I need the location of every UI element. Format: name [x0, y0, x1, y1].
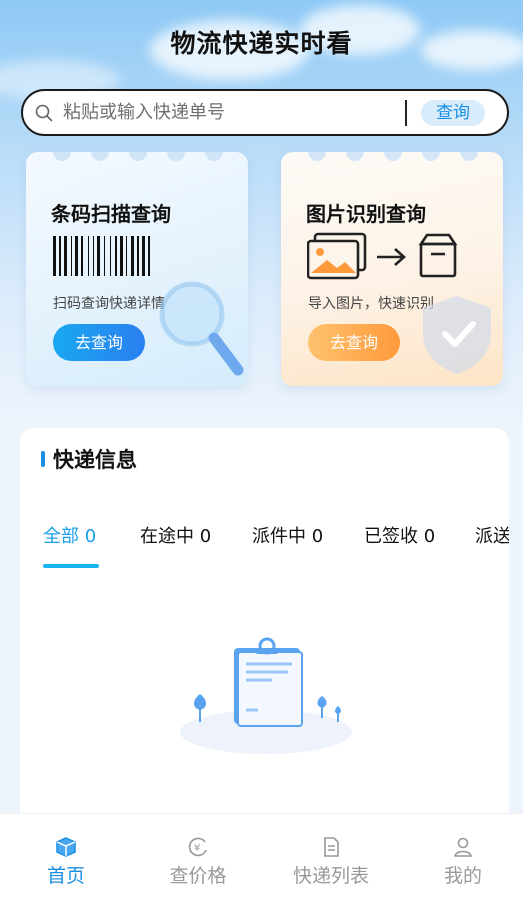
tab-in-transit[interactable]: 在途中 0 — [140, 522, 211, 548]
barcode-stripe — [120, 236, 123, 276]
barcode-stripe — [75, 236, 78, 276]
barcode-stripe — [59, 236, 61, 276]
image-card-title: 图片识别查询 — [306, 202, 426, 226]
barcode-stripe — [68, 236, 70, 276]
barcode-icon — [53, 236, 193, 276]
barcode-stripe — [90, 236, 92, 276]
barcode-stripe — [124, 236, 125, 276]
search-bar[interactable]: 查询 — [21, 89, 509, 136]
barcode-stripe — [57, 236, 58, 276]
barcode-stripe — [62, 236, 63, 276]
barcode-stripe — [73, 236, 74, 276]
nav-home[interactable]: 首页 — [16, 836, 116, 888]
barcode-stripe — [95, 236, 96, 276]
nav-price-label: 查价格 — [169, 865, 227, 887]
bottom-nav: 首页 ¥ 查价格 快递列表 我的 — [0, 813, 523, 899]
status-tabs: 全部 0 在途中 0 派件中 0 已签收 0 派送 — [43, 522, 509, 570]
search-input[interactable] — [63, 102, 403, 123]
barcode-stripe — [101, 236, 103, 276]
barcode-stripe — [128, 236, 130, 276]
barcode-stripe — [88, 236, 89, 276]
barcode-query-button[interactable]: 去查询 — [53, 324, 145, 361]
active-tab-indicator — [43, 564, 99, 568]
nav-mine-label: 我的 — [443, 865, 482, 887]
barcode-stripe — [148, 236, 150, 276]
barcode-stripe — [110, 236, 111, 276]
barcode-stripe — [81, 236, 83, 276]
barcode-stripe — [142, 236, 145, 276]
barcode-stripe — [126, 236, 127, 276]
magnifier-decoration-icon — [159, 281, 244, 376]
barcode-stripe — [84, 236, 87, 276]
barcode-stripe — [71, 236, 72, 276]
barcode-stripe — [79, 236, 80, 276]
nav-express-list-label: 快递列表 — [292, 865, 369, 887]
price-icon: ¥ — [148, 836, 248, 858]
info-header: 快递信息 — [41, 444, 137, 474]
page-title: 物流快递实时看 — [170, 29, 353, 58]
user-icon — [413, 836, 513, 858]
nav-mine[interactable]: 我的 — [413, 836, 513, 888]
barcode-stripe — [104, 236, 105, 276]
package-icon — [16, 836, 116, 858]
title-marker — [41, 451, 45, 467]
barcode-stripe — [140, 236, 141, 276]
barcode-stripe — [146, 236, 147, 276]
barcode-scan-card[interactable]: 条码扫描查询 扫码查询快递详情 去查询 — [26, 152, 248, 386]
express-info-panel: 快递信息 全部 0 在途中 0 派件中 0 已签收 0 派送 — [20, 428, 509, 828]
barcode-stripe — [64, 236, 67, 276]
nav-price[interactable]: ¥ 查价格 — [148, 836, 248, 888]
barcode-card-subtitle: 扫码查询快递详情 — [53, 296, 165, 312]
image-query-button[interactable]: 去查询 — [308, 324, 400, 361]
barcode-stripe — [112, 236, 114, 276]
barcode-stripe — [135, 236, 136, 276]
tab-all[interactable]: 全部 0 — [43, 522, 96, 548]
tab-delivering[interactable]: 派件中 0 — [252, 522, 323, 548]
shield-check-decoration-icon — [423, 296, 491, 374]
info-title: 快递信息 — [53, 448, 137, 472]
barcode-stripe — [131, 236, 134, 276]
image-recognition-card[interactable]: 图片识别查询 导入图片，快速识别 去查询 — [281, 152, 503, 386]
barcode-stripe — [97, 236, 100, 276]
barcode-stripe — [137, 236, 139, 276]
search-icon — [34, 103, 54, 123]
cursor-divider — [405, 99, 407, 126]
svg-text:¥: ¥ — [194, 843, 200, 854]
list-icon — [281, 836, 381, 858]
tab-signed[interactable]: 已签收 0 — [364, 522, 435, 548]
barcode-stripe — [93, 236, 94, 276]
image-to-box-icon — [307, 232, 458, 280]
search-button[interactable]: 查询 — [421, 99, 485, 126]
barcode-stripe — [106, 236, 109, 276]
barcode-stripe — [115, 236, 117, 276]
nav-home-label: 首页 — [46, 865, 85, 887]
empty-clipboard-icon — [180, 637, 352, 754]
barcode-stripe — [53, 236, 56, 276]
nav-express-list[interactable]: 快递列表 — [281, 836, 381, 888]
barcode-stripe — [118, 236, 119, 276]
tab-dispatch[interactable]: 派送 — [475, 522, 509, 548]
barcode-card-title: 条码扫描查询 — [51, 202, 171, 226]
